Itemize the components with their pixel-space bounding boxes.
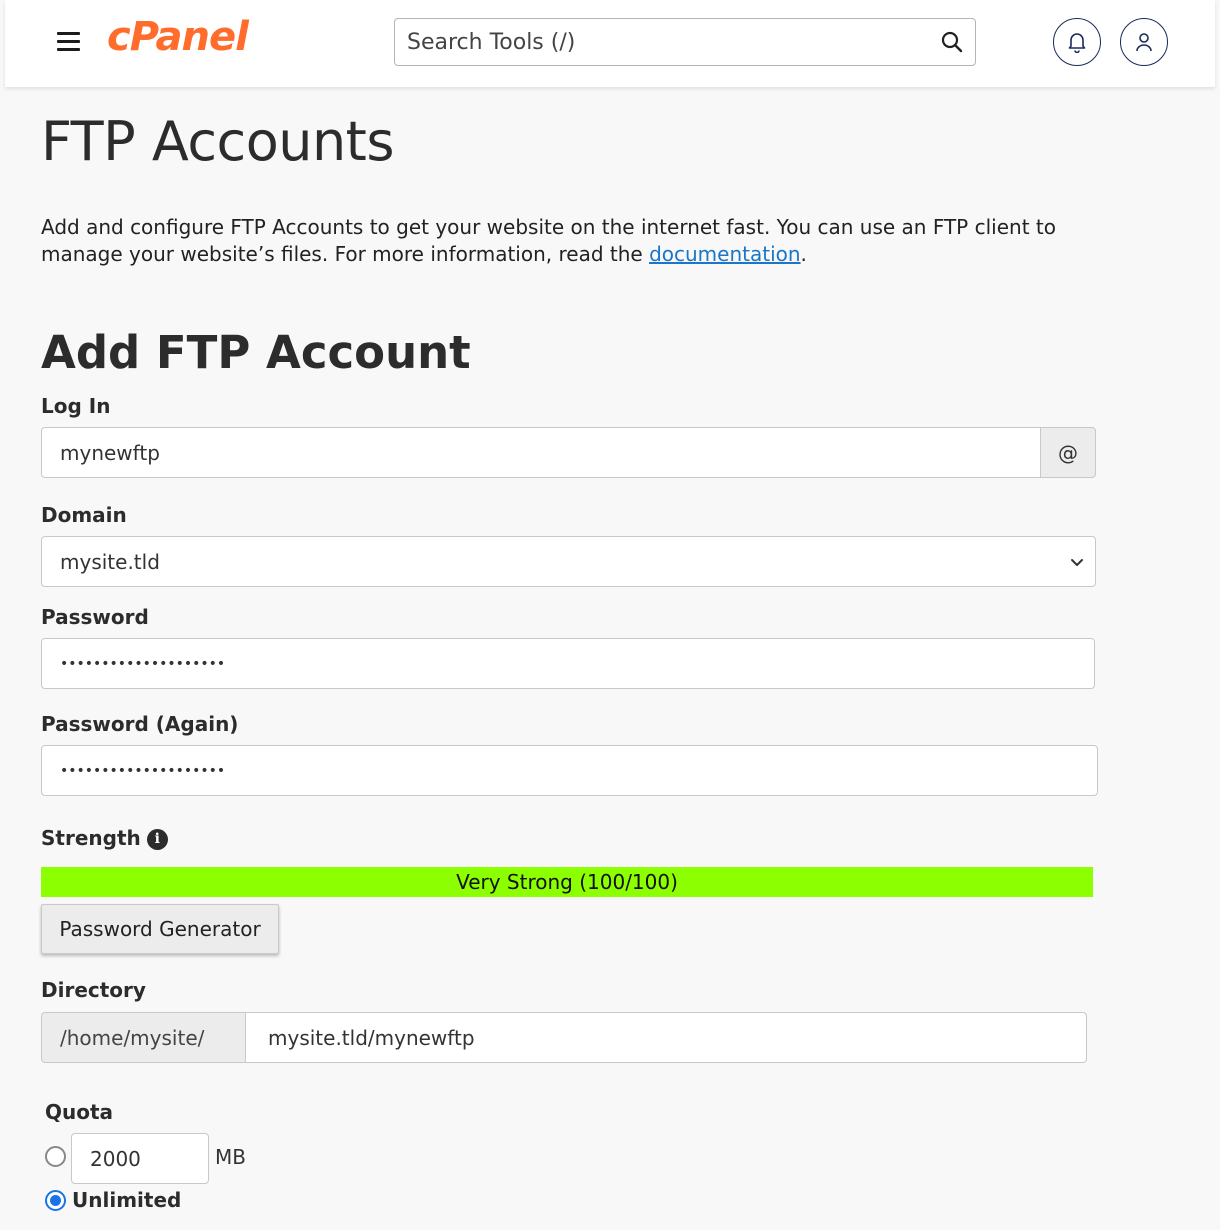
- password-again-field[interactable]: [41, 745, 1098, 796]
- user-icon: [1136, 33, 1152, 52]
- page-title: FTP Accounts: [41, 110, 395, 173]
- search-box[interactable]: [394, 18, 976, 66]
- domain-label: Domain: [41, 503, 127, 527]
- password-field[interactable]: [41, 638, 1095, 689]
- password-again-input[interactable]: [42, 746, 1097, 795]
- strength-meter: Very Strong (100/100): [41, 867, 1093, 897]
- top-bar: cPanel: [5, 0, 1215, 87]
- menu-icon[interactable]: [57, 32, 80, 52]
- quota-input[interactable]: [72, 1134, 208, 1183]
- strength-label: Strength: [41, 826, 141, 850]
- user-menu-button[interactable]: [1120, 18, 1168, 66]
- directory-input[interactable]: [246, 1013, 1086, 1062]
- directory-label: Directory: [41, 978, 146, 1002]
- domain-select[interactable]: mysite.tld: [42, 537, 1095, 586]
- directory-prefix: /home/mysite/: [41, 1012, 246, 1063]
- password-again-label: Password (Again): [41, 712, 239, 736]
- quota-limited-radio[interactable]: [45, 1146, 66, 1167]
- notifications-button[interactable]: [1053, 18, 1101, 66]
- domain-select-wrap[interactable]: mysite.tld: [41, 536, 1096, 587]
- login-at-addon: @: [1040, 427, 1096, 478]
- search-input[interactable]: [407, 19, 927, 65]
- quota-label: Quota: [45, 1100, 114, 1124]
- quota-unlimited-label[interactable]: Unlimited: [72, 1188, 181, 1212]
- strength-label-row: Strength i: [41, 826, 168, 850]
- intro-end: .: [800, 242, 807, 266]
- cpanel-logo[interactable]: cPanel: [107, 14, 249, 60]
- login-input[interactable]: [42, 428, 1040, 477]
- login-label: Log In: [41, 394, 111, 418]
- section-title: Add FTP Account: [41, 326, 471, 379]
- intro-text: Add and configure FTP Accounts to get yo…: [41, 215, 1056, 266]
- quota-unlimited-radio[interactable]: [45, 1190, 66, 1211]
- info-icon[interactable]: i: [146, 828, 168, 850]
- page-intro: Add and configure FTP Accounts to get yo…: [41, 214, 1071, 268]
- password-input[interactable]: [42, 639, 1094, 688]
- password-label: Password: [41, 605, 149, 629]
- strength-text: Very Strong (100/100): [456, 870, 678, 894]
- password-generator-button[interactable]: Password Generator: [41, 904, 279, 954]
- directory-field[interactable]: [245, 1012, 1087, 1063]
- login-field[interactable]: [41, 427, 1041, 478]
- quota-field[interactable]: [71, 1133, 209, 1184]
- documentation-link[interactable]: documentation: [649, 242, 800, 266]
- search-icon[interactable]: [941, 31, 963, 53]
- quota-unit: MB: [215, 1145, 246, 1169]
- bell-icon: [1068, 33, 1086, 53]
